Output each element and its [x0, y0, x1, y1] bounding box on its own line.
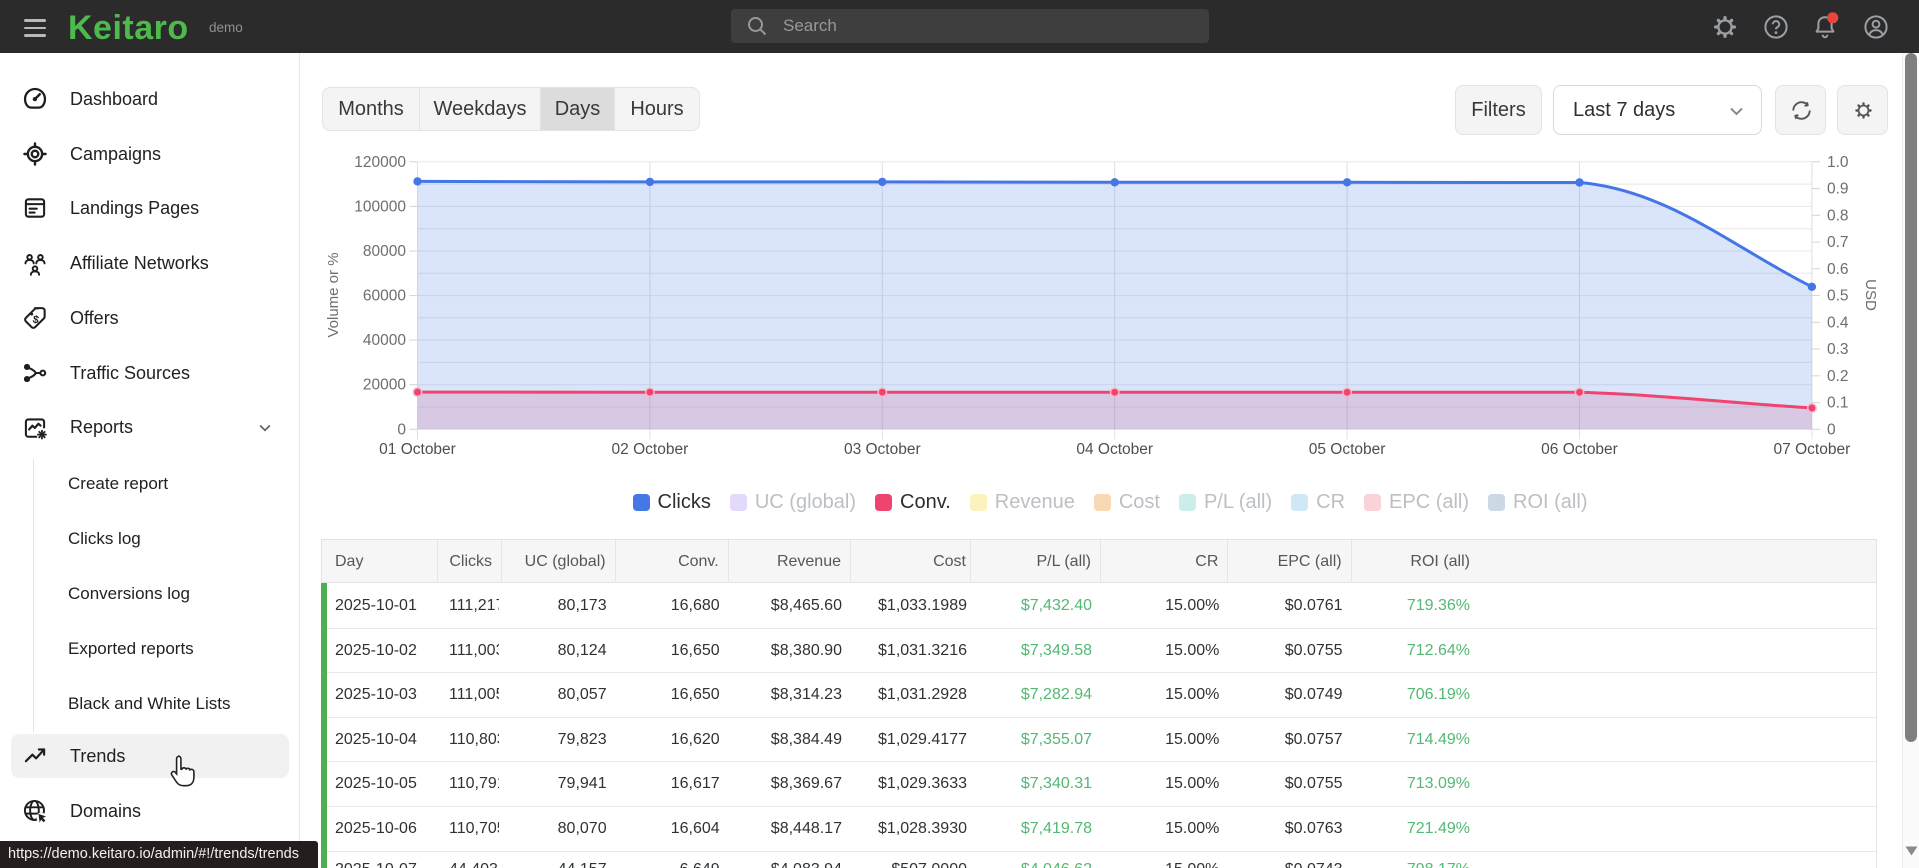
svg-text:USD: USD	[1862, 279, 1879, 311]
svg-text:60000: 60000	[363, 288, 406, 305]
svg-text:0.8: 0.8	[1827, 207, 1849, 224]
svg-text:02 October: 02 October	[612, 441, 689, 458]
svg-text:120000: 120000	[354, 154, 406, 171]
svg-text:0: 0	[397, 421, 406, 438]
svg-text:05 October: 05 October	[1309, 441, 1386, 458]
svg-text:40000: 40000	[363, 332, 406, 349]
svg-text:100000: 100000	[354, 198, 406, 215]
svg-text:03 October: 03 October	[844, 441, 921, 458]
svg-text:0.1: 0.1	[1827, 395, 1849, 412]
svg-text:0.6: 0.6	[1827, 261, 1849, 278]
svg-text:80000: 80000	[363, 243, 406, 260]
svg-text:0.4: 0.4	[1827, 314, 1849, 331]
svg-text:20000: 20000	[363, 377, 406, 394]
svg-text:0.9: 0.9	[1827, 181, 1849, 198]
svg-text:01 October: 01 October	[379, 441, 456, 458]
svg-text:07 October: 07 October	[1774, 441, 1851, 458]
svg-text:0: 0	[1827, 421, 1836, 438]
svg-text:0.2: 0.2	[1827, 368, 1849, 385]
svg-text:0.7: 0.7	[1827, 234, 1849, 251]
svg-text:06 October: 06 October	[1541, 441, 1618, 458]
svg-text:04 October: 04 October	[1076, 441, 1153, 458]
svg-text:0.5: 0.5	[1827, 288, 1849, 305]
svg-text:0.3: 0.3	[1827, 341, 1849, 358]
svg-text:1.0: 1.0	[1827, 154, 1849, 171]
svg-text:Volume or %: Volume or %	[325, 252, 342, 337]
